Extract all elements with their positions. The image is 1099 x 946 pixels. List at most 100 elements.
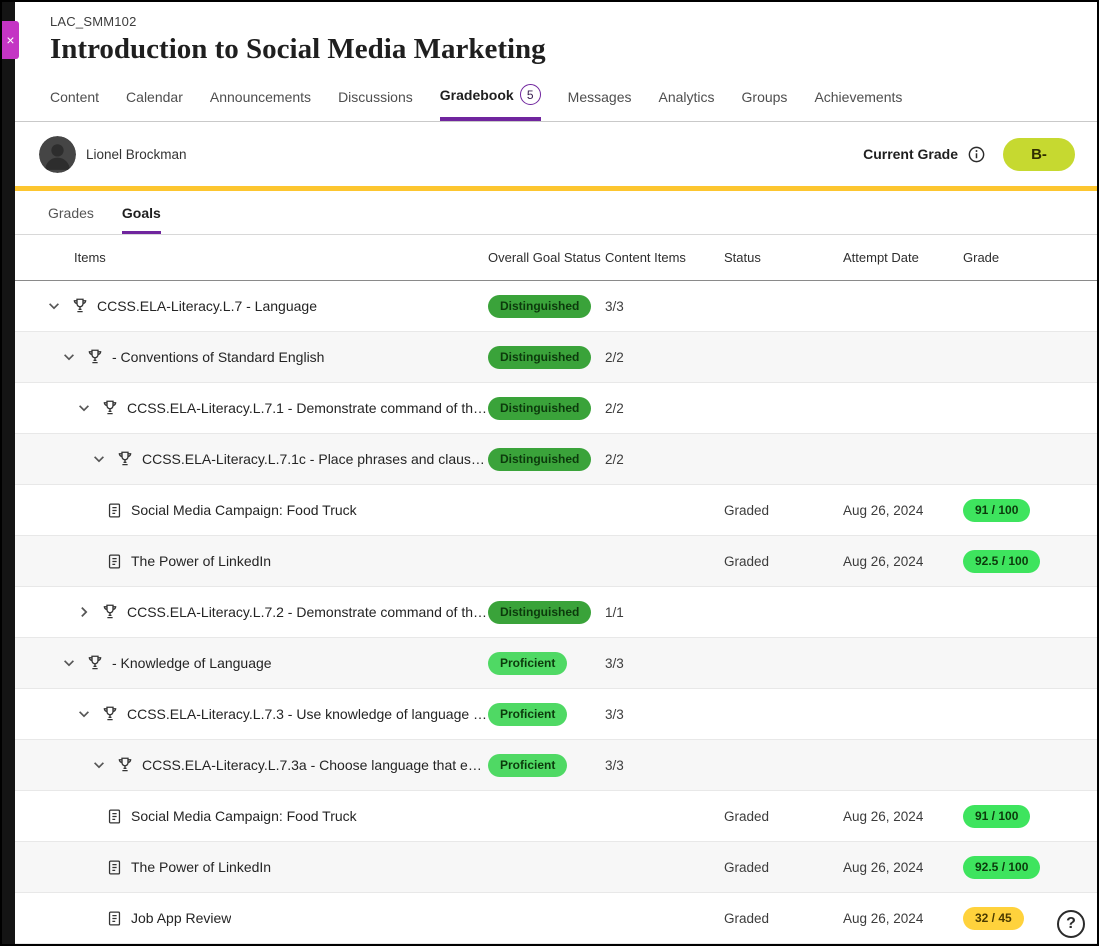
goal-trophy-icon	[86, 348, 104, 366]
document-icon	[106, 910, 123, 927]
tab-analytics[interactable]: Analytics	[658, 89, 714, 121]
goal-trophy-icon	[71, 297, 89, 315]
tab-messages[interactable]: Messages	[568, 89, 632, 121]
tab-calendar[interactable]: Calendar	[126, 89, 183, 121]
chevron-down-icon[interactable]	[76, 401, 92, 415]
content-item-row: The Power of LinkedIn Graded Aug 26, 202…	[15, 536, 1097, 587]
item-status: Graded	[724, 809, 843, 824]
item-label[interactable]: Social Media Campaign: Food Truck	[131, 808, 357, 824]
col-header-items: Items	[15, 250, 488, 265]
current-grade-pill[interactable]: B-	[1003, 138, 1075, 171]
item-label[interactable]: Social Media Campaign: Food Truck	[131, 502, 357, 518]
goal-label[interactable]: CCSS.ELA-Literacy.L.7.3 - Use knowledge …	[127, 706, 488, 722]
student-summary-bar: Lionel Brockman Current Grade B-	[15, 122, 1097, 186]
question-mark-icon: ?	[1066, 915, 1076, 933]
chevron-down-icon[interactable]	[76, 707, 92, 721]
item-label[interactable]: Job App Review	[131, 910, 231, 926]
course-header: LAC_SMM102 Introduction to Social Media …	[15, 2, 1097, 66]
goal-label[interactable]: CCSS.ELA-Literacy.L.7.1 - Demonstrate co…	[127, 400, 488, 416]
content-item-row: The Power of LinkedIn Graded Aug 26, 202…	[15, 842, 1097, 893]
gradebook-count-badge: 5	[520, 84, 541, 105]
tab-gradebook[interactable]: Gradebook 5	[440, 84, 541, 121]
goal-row-items-cell: CCSS.ELA-Literacy.L.7.1 - Demonstrate co…	[15, 399, 488, 417]
goal-row: CCSS.ELA-Literacy.L.7 - Language Disting…	[15, 281, 1097, 332]
goal-row: CCSS.ELA-Literacy.L.7.1 - Demonstrate co…	[15, 383, 1097, 434]
goal-row-items-cell: CCSS.ELA-Literacy.L.7.1c - Place phrases…	[15, 450, 488, 468]
goal-label[interactable]: CCSS.ELA-Literacy.L.7.2 - Demonstrate co…	[127, 604, 488, 620]
goal-row: CCSS.ELA-Literacy.L.7.1c - Place phrases…	[15, 434, 1097, 485]
gradebook-subtabs: Grades Goals	[15, 191, 1097, 235]
grade-pill[interactable]: 92.5 / 100	[963, 550, 1040, 573]
item-attempt-date: Aug 26, 2024	[843, 809, 963, 824]
close-panel-tab[interactable]: ×	[2, 21, 19, 59]
close-icon: ×	[6, 32, 14, 48]
chevron-down-icon[interactable]	[91, 452, 107, 466]
tab-achievements[interactable]: Achievements	[814, 89, 902, 121]
subtab-goals[interactable]: Goals	[122, 205, 161, 234]
goal-label[interactable]: CCSS.ELA-Literacy.L.7.1c - Place phrases…	[142, 451, 488, 467]
item-label[interactable]: The Power of LinkedIn	[131, 859, 271, 875]
grade-pill[interactable]: 91 / 100	[963, 805, 1030, 828]
goal-label[interactable]: - Knowledge of Language	[112, 655, 272, 671]
avatar	[39, 136, 76, 173]
chevron-down-icon[interactable]	[46, 299, 62, 313]
col-header-attempt-date: Attempt Date	[843, 250, 963, 265]
document-icon	[106, 502, 123, 519]
chevron-down-icon[interactable]	[61, 656, 77, 670]
content-items-value: 2/2	[605, 401, 724, 416]
tab-discussions[interactable]: Discussions	[338, 89, 413, 121]
goal-trophy-icon	[101, 603, 119, 621]
tab-announcements[interactable]: Announcements	[210, 89, 311, 121]
goal-row: - Knowledge of Language Proficient 3/3	[15, 638, 1097, 689]
tab-groups[interactable]: Groups	[742, 89, 788, 121]
document-icon	[106, 553, 123, 570]
goal-label[interactable]: CCSS.ELA-Literacy.L.7 - Language	[97, 298, 317, 314]
document-icon	[106, 859, 123, 876]
goal-trophy-icon	[101, 705, 119, 723]
page-title: Introduction to Social Media Marketing	[50, 33, 1097, 66]
goal-row: CCSS.ELA-Literacy.L.7.3 - Use knowledge …	[15, 689, 1097, 740]
content-items-value: 3/3	[605, 707, 724, 722]
goal-label[interactable]: CCSS.ELA-Literacy.L.7.3a - Choose langua…	[142, 757, 488, 773]
item-status: Graded	[724, 911, 843, 926]
grade-pill[interactable]: 91 / 100	[963, 499, 1030, 522]
goal-label[interactable]: - Conventions of Standard English	[112, 349, 324, 365]
grade-pill[interactable]: 32 / 45	[963, 907, 1024, 930]
item-label[interactable]: The Power of LinkedIn	[131, 553, 271, 569]
item-status: Graded	[724, 503, 843, 518]
subtab-grades[interactable]: Grades	[48, 205, 94, 234]
content-item-row: Social Media Campaign: Food Truck Graded…	[15, 791, 1097, 842]
info-icon[interactable]	[968, 146, 985, 163]
tab-content[interactable]: Content	[50, 89, 99, 121]
help-button[interactable]: ?	[1057, 910, 1085, 938]
goal-status-pill: Proficient	[488, 754, 567, 777]
course-nav: Content Calendar Announcements Discussio…	[15, 66, 1097, 122]
goal-status-pill: Distinguished	[488, 448, 591, 471]
col-header-grade: Grade	[963, 250, 1097, 265]
goal-row-items-cell: CCSS.ELA-Literacy.L.7.3a - Choose langua…	[15, 756, 488, 774]
current-grade-label: Current Grade	[863, 146, 958, 162]
content-item-row: Job App Review Graded Aug 26, 2024 32 / …	[15, 893, 1097, 944]
goal-row-items-cell: CCSS.ELA-Literacy.L.7 - Language	[15, 297, 488, 315]
goal-status-pill: Proficient	[488, 703, 567, 726]
goal-status-pill: Proficient	[488, 652, 567, 675]
chevron-right-icon[interactable]	[76, 605, 92, 619]
grade-pill[interactable]: 92.5 / 100	[963, 856, 1040, 879]
collapsed-sidebar-strip	[2, 2, 15, 944]
content-items-value: 1/1	[605, 605, 724, 620]
goal-row-items-cell: CCSS.ELA-Literacy.L.7.3 - Use knowledge …	[15, 705, 488, 723]
chevron-down-icon[interactable]	[91, 758, 107, 772]
course-code: LAC_SMM102	[50, 14, 1097, 29]
item-attempt-date: Aug 26, 2024	[843, 860, 963, 875]
app-window: × LAC_SMM102 Introduction to Social Medi…	[0, 0, 1099, 946]
content-items-value: 3/3	[605, 758, 724, 773]
item-attempt-date: Aug 26, 2024	[843, 503, 963, 518]
table-body: CCSS.ELA-Literacy.L.7 - Language Disting…	[15, 281, 1097, 944]
chevron-down-icon[interactable]	[61, 350, 77, 364]
goal-trophy-icon	[116, 756, 134, 774]
content-items-value: 2/2	[605, 350, 724, 365]
content-items-value: 2/2	[605, 452, 724, 467]
goals-table: Items Overall Goal Status Content Items …	[15, 235, 1097, 944]
goal-row-items-cell: - Knowledge of Language	[15, 654, 488, 672]
student-name: Lionel Brockman	[86, 147, 187, 162]
